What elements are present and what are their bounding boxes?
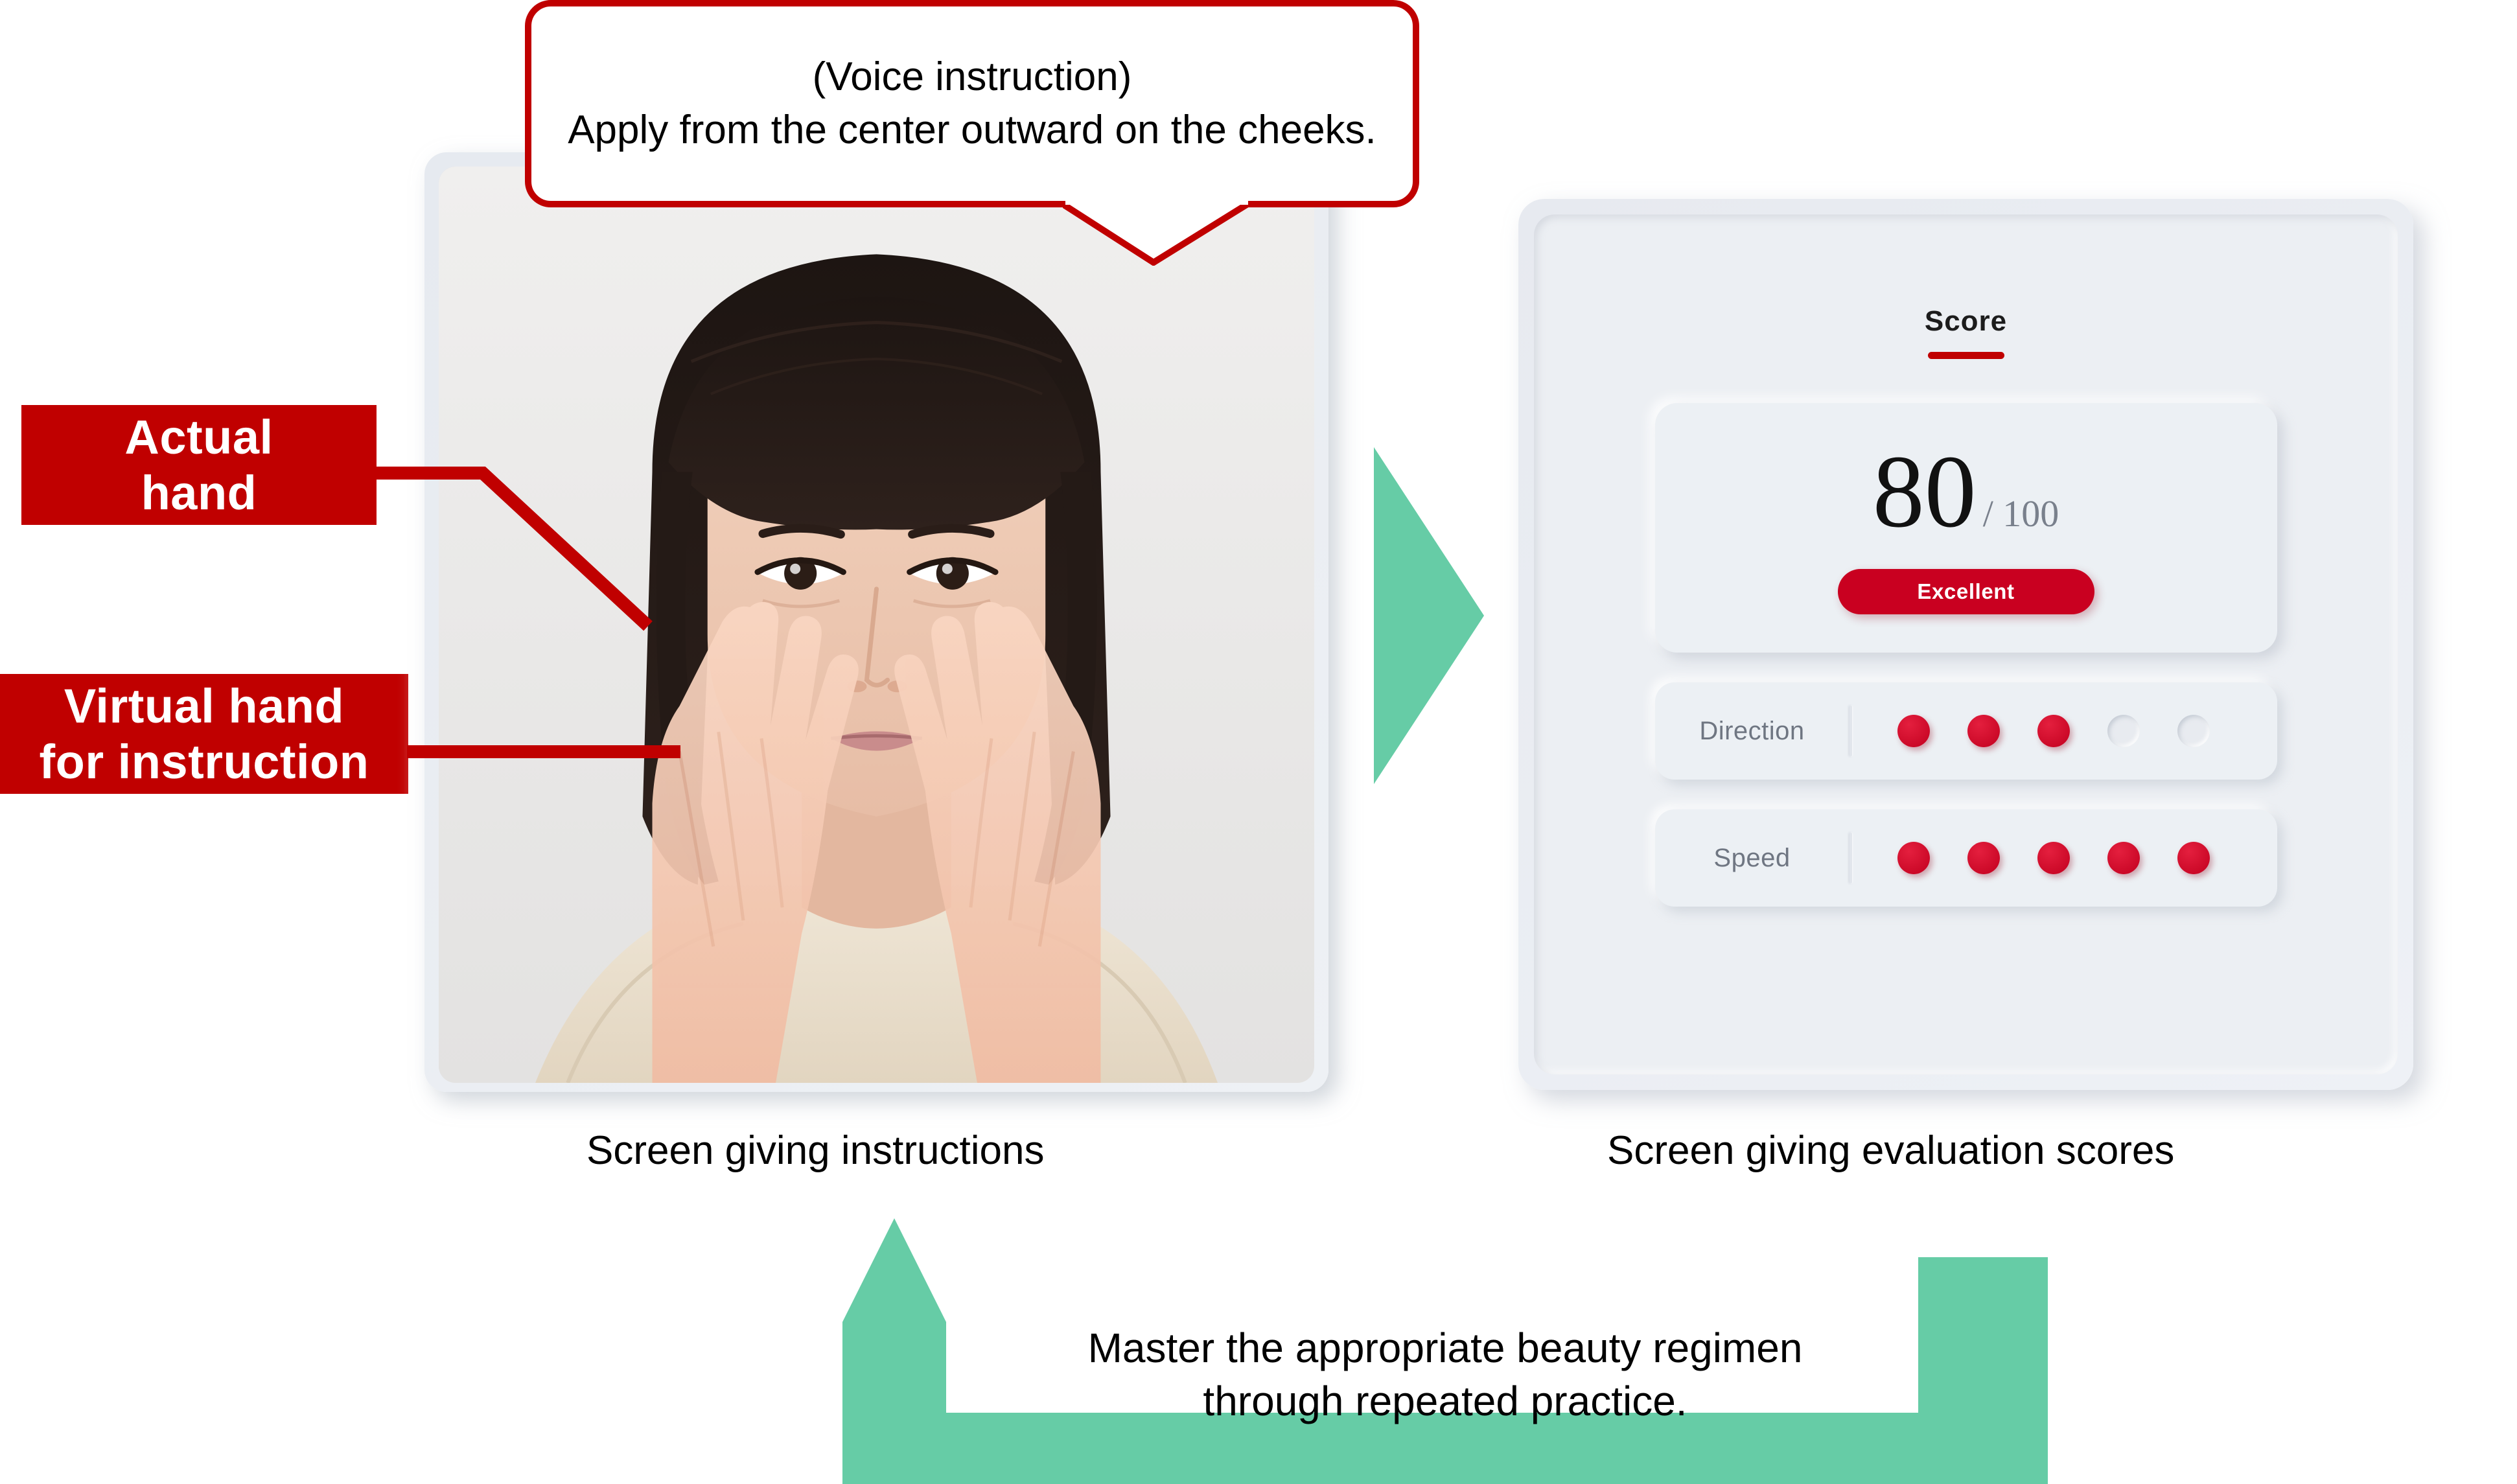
rating-dot [1967, 715, 2000, 747]
score-card: 80 / 100 Excellent [1654, 403, 2277, 653]
score-denominator: / 100 [1982, 492, 2059, 535]
metric-divider [1849, 833, 1852, 883]
voice-instruction-text: (Voice instruction) Apply from the cente… [568, 54, 1376, 152]
rating-dot [2037, 715, 2070, 747]
caption-instruction-screen: Screen giving instructions [586, 1128, 1045, 1173]
annotation-virtual-hand: Virtual hand for instruction [0, 674, 408, 794]
metric-label-direction: Direction [1699, 716, 1805, 745]
slide-canvas: Master the appropriate beauty regimen th… [0, 0, 2517, 1484]
loop-banner-text: Master the appropriate beauty regimen th… [1087, 1325, 1803, 1424]
metric-label-speed: Speed [1713, 843, 1791, 872]
rating-dot [2107, 715, 2140, 747]
score-value-group: 80 / 100 [1872, 433, 2059, 549]
metric-row-speed: Speed [1654, 809, 2277, 907]
voice-instruction-bubble: (Voice instruction) Apply from the cente… [525, 0, 1419, 207]
verdict-badge: Excellent [1837, 568, 2094, 614]
rating-dot [2107, 842, 2140, 874]
rating-dot [2177, 715, 2210, 747]
instruction-screen-device[interactable] [424, 152, 1328, 1092]
rating-dot [2177, 842, 2210, 874]
score-heading: Score [1924, 305, 2008, 337]
score-heading-underline [1927, 352, 2004, 359]
rating-dot [1897, 715, 1930, 747]
rating-dot [1897, 842, 1930, 874]
annotation-virtual-hand-label: Virtual hand for instruction [39, 678, 369, 789]
metric-row-direction: Direction [1654, 682, 2277, 780]
annotation-actual-hand: Actual hand [21, 405, 377, 525]
instruction-screen-display [439, 167, 1314, 1083]
metric-divider [1849, 706, 1852, 756]
rating-dot [2037, 842, 2070, 874]
evaluation-screen-device[interactable]: Score 80 / 100 Excellent Direction Speed [1518, 199, 2413, 1090]
annotation-actual-hand-label: Actual hand [124, 410, 273, 520]
speech-bubble-tail-icon [1063, 201, 1249, 266]
metric-dots-speed [1897, 842, 2247, 874]
guided-massage-photo [439, 167, 1314, 1083]
rating-dot [1967, 842, 2000, 874]
caption-evaluation-screen: Screen giving evaluation scores [1607, 1128, 2175, 1173]
evaluation-screen-display: Score 80 / 100 Excellent Direction Speed [1534, 214, 2398, 1074]
metric-dots-direction [1897, 715, 2247, 747]
score-value: 80 [1872, 433, 1977, 549]
transition-arrow-icon [1374, 447, 1484, 784]
